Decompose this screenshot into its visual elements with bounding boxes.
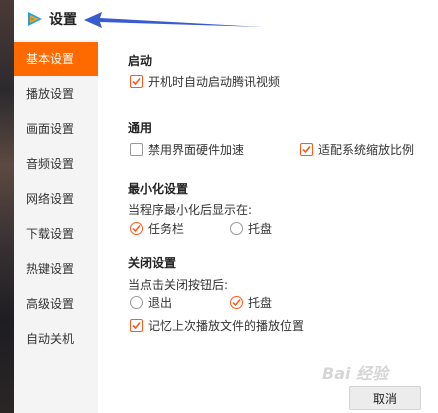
minimize-taskbar-label: 任务栏	[148, 222, 185, 236]
sidebar-item-playback[interactable]: 播放设置	[14, 77, 98, 111]
checkbox-checked-icon	[130, 75, 143, 88]
radio-checked-icon	[130, 222, 143, 235]
settings-sidebar: 基本设置 播放设置 画面设置 音频设置 网络设置 下载设置 热键设置 高级设置 …	[14, 40, 98, 413]
close-tray-label: 托盘	[248, 296, 273, 310]
close-prompt: 当点击关闭按钮后:	[128, 278, 229, 292]
minimize-prompt: 当程序最小化后显示在:	[128, 203, 253, 217]
remember-position-label: 记忆上次播放文件的播放位置	[148, 319, 305, 333]
section-heading-startup: 启动	[128, 54, 153, 68]
title-bar: 设置	[14, 0, 438, 40]
background-photo-strip	[0, 0, 14, 413]
close-exit-label: 退出	[148, 296, 173, 310]
minimize-taskbar-radio[interactable]: 任务栏	[130, 220, 184, 237]
window-title: 设置	[49, 12, 77, 28]
disable-hw-accel-checkbox[interactable]: 禁用界面硬件加速	[130, 141, 244, 158]
sidebar-item-picture[interactable]: 画面设置	[14, 112, 98, 146]
minimize-tray-label: 托盘	[248, 222, 273, 236]
section-heading-general: 通用	[128, 121, 153, 135]
sidebar-item-audio[interactable]: 音频设置	[14, 147, 98, 181]
watermark: Bai 经验	[322, 364, 389, 383]
auto-start-label: 开机时自动启动腾讯视频	[148, 75, 281, 89]
section-heading-close: 关闭设置	[128, 256, 177, 270]
fit-system-scaling-label: 适配系统缩放比例	[318, 143, 415, 157]
sidebar-item-hotkeys[interactable]: 热键设置	[14, 252, 98, 286]
settings-content: 启动 开机时自动启动腾讯视频 通用 禁用界面硬件加速 适配系统缩放比例 最小化设…	[98, 40, 438, 413]
close-exit-radio[interactable]: 退出	[130, 294, 172, 311]
radio-checked-icon	[230, 296, 243, 309]
disable-hw-accel-label: 禁用界面硬件加速	[148, 143, 245, 157]
sidebar-item-download[interactable]: 下载设置	[14, 217, 98, 251]
sidebar-item-basic[interactable]: 基本设置	[14, 42, 98, 76]
checkbox-checked-icon	[300, 143, 313, 156]
remember-position-checkbox[interactable]: 记忆上次播放文件的播放位置	[130, 317, 304, 334]
auto-start-checkbox[interactable]: 开机时自动启动腾讯视频	[130, 73, 280, 90]
minimize-tray-radio[interactable]: 托盘	[230, 220, 272, 237]
cancel-button[interactable]: 取消	[349, 386, 421, 410]
sidebar-item-network[interactable]: 网络设置	[14, 182, 98, 216]
tencent-video-logo-icon	[28, 12, 42, 26]
close-tray-radio[interactable]: 托盘	[230, 294, 272, 311]
section-heading-minimize: 最小化设置	[128, 182, 189, 196]
checkbox-unchecked-icon	[130, 143, 143, 156]
radio-unchecked-icon	[230, 222, 243, 235]
sidebar-item-advanced[interactable]: 高级设置	[14, 287, 98, 321]
sidebar-item-auto-shutdown[interactable]: 自动关机	[14, 322, 98, 356]
fit-system-scaling-checkbox[interactable]: 适配系统缩放比例	[300, 141, 414, 158]
radio-unchecked-icon	[130, 296, 143, 309]
checkbox-checked-icon	[130, 319, 143, 332]
